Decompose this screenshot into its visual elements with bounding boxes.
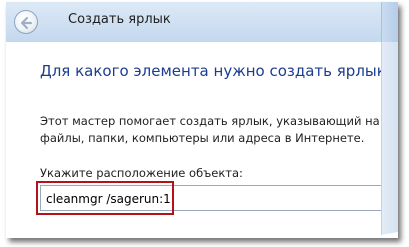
wizard-content: Для какого элемента нужно создать ярлык?… [6, 42, 398, 238]
location-label: Укажите расположение объекта: [40, 166, 243, 180]
location-field[interactable] [40, 185, 398, 211]
page-heading: Для какого элемента нужно создать ярлык? [40, 62, 394, 80]
titlebar-edge [381, 2, 398, 42]
back-button[interactable] [14, 10, 38, 34]
back-arrow-icon [19, 15, 33, 30]
description-line-1: Этот мастер помогает создать ярлык, указ… [40, 114, 398, 128]
content-edge [381, 42, 398, 238]
window-title: Создать ярлык [68, 12, 171, 27]
description-line-2: файлы, папки, компьютеры или адреса в Ин… [40, 131, 365, 145]
torn-edge [6, 231, 398, 238]
title-bar: Создать ярлык [6, 2, 398, 42]
description: Этот мастер помогает создать ярлык, указ… [40, 113, 398, 147]
location-input[interactable] [46, 190, 386, 208]
wizard-window: Создать ярлык Для какого элемента нужно … [6, 2, 398, 238]
